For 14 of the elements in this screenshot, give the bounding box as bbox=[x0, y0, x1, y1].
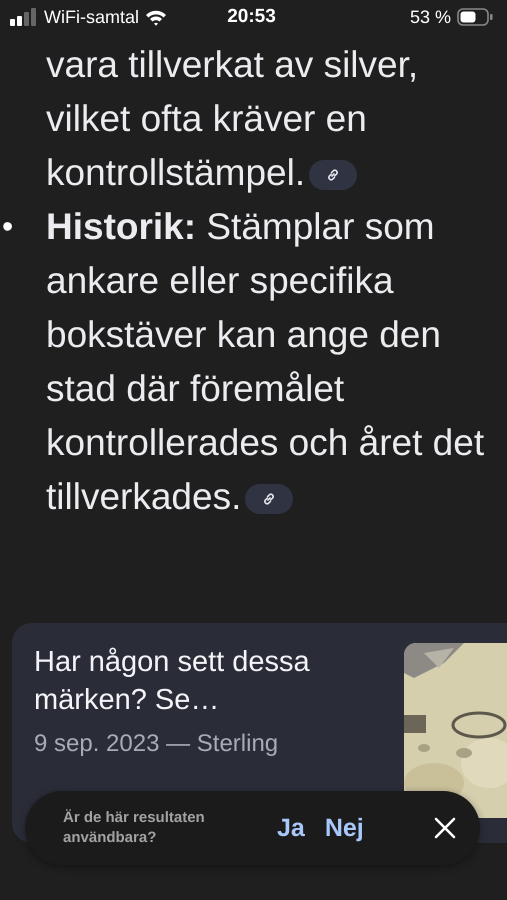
paragraph: vara tillverkat av silver, vilket ofta kräver en kontrollstämpel. bbox=[46, 43, 420, 195]
battery-icon bbox=[456, 8, 493, 26]
clock-time: 20:53 bbox=[227, 6, 276, 28]
carrier-name: WiFi-samtal bbox=[44, 6, 139, 28]
paragraph: Historik: Stämplar som ankare eller specifika bokstäver kan ange den stad där föremålet kontrollerades och året det tillverkades. bbox=[46, 205, 486, 519]
close-icon bbox=[434, 817, 456, 839]
result-snippet: 9 sep. 2023 — Sterling bbox=[34, 729, 280, 759]
wifi-icon bbox=[145, 8, 167, 26]
battery-percentage: 53 % bbox=[410, 6, 451, 28]
link-chip[interactable] bbox=[309, 160, 358, 190]
bullet: • bbox=[1, 207, 14, 246]
signal-icon bbox=[10, 8, 38, 26]
link-chip[interactable] bbox=[245, 484, 294, 514]
result-title[interactable]: Har någon sett dessa märken? Se… bbox=[34, 643, 379, 719]
